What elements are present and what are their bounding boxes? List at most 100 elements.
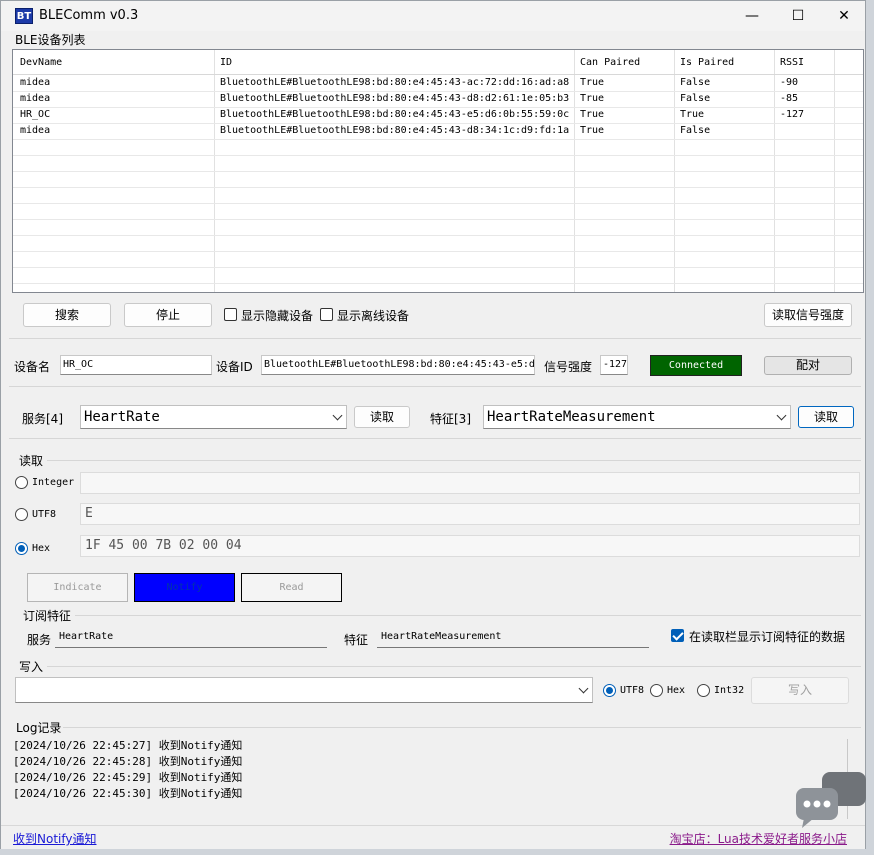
- device-name-field[interactable]: HR_OC: [60, 355, 212, 375]
- column-header-is-paired[interactable]: Is Paired: [680, 57, 734, 68]
- search-button[interactable]: 搜索: [23, 303, 111, 327]
- rssi-field[interactable]: -127: [600, 355, 628, 375]
- close-button[interactable]: ✕: [821, 1, 867, 31]
- cell-devname[interactable]: midea: [20, 77, 50, 88]
- column-header-devname[interactable]: DevName: [20, 57, 62, 68]
- subscribed-characteristic-label: 特征: [344, 633, 369, 647]
- cell-is-paired[interactable]: False: [680, 77, 710, 88]
- cell-can-paired[interactable]: True: [580, 109, 604, 120]
- write-utf8-label: UTF8: [620, 685, 645, 696]
- cell-id[interactable]: BluetoothLE#BluetoothLE98:bd:80:e4:45:43…: [220, 125, 569, 136]
- notify-button[interactable]: Notify: [134, 573, 235, 602]
- cell-can-paired[interactable]: True: [580, 77, 604, 88]
- maximize-button[interactable]: ☐: [775, 1, 821, 31]
- device-name-label: 设备名: [14, 360, 51, 374]
- title-bar[interactable]: BT BLEComm v0.3 — ☐ ✕: [1, 1, 865, 31]
- service-select[interactable]: HeartRate: [80, 405, 347, 429]
- chevron-down-icon: [578, 683, 589, 694]
- integer-label: Integer: [32, 477, 75, 488]
- hex-value-field[interactable]: 1F 45 00 7B 02 00 04: [80, 535, 860, 557]
- service-label: 服务[4]: [22, 412, 63, 426]
- cell-can-paired[interactable]: True: [580, 93, 604, 104]
- status-bar: 收到Notify通知 淘宝店：Lua技术爱好者服务小店: [1, 825, 865, 849]
- read-button[interactable]: Read: [241, 573, 342, 602]
- hex-radio[interactable]: [15, 542, 28, 555]
- pair-button[interactable]: 配对: [764, 356, 852, 375]
- write-utf8-radio[interactable]: [603, 684, 616, 697]
- cell-rssi[interactable]: -127: [780, 109, 804, 120]
- cell-is-paired[interactable]: False: [680, 125, 710, 136]
- minimize-button[interactable]: —: [729, 1, 775, 31]
- show-offline-checkbox[interactable]: [320, 308, 333, 321]
- divider: [9, 338, 861, 339]
- cell-is-paired[interactable]: False: [680, 93, 710, 104]
- show-hidden-checkbox[interactable]: [224, 308, 237, 321]
- log-group-label: Log记录: [16, 721, 62, 735]
- write-button[interactable]: 写入: [751, 677, 849, 704]
- write-hex-label: Hex: [667, 685, 686, 696]
- row-separator: [13, 107, 863, 108]
- integer-radio[interactable]: [15, 476, 28, 489]
- service-select-value: HeartRate: [84, 409, 160, 425]
- status-left-link[interactable]: 收到Notify通知: [13, 830, 96, 847]
- subscribed-service-label: 服务: [27, 633, 52, 647]
- log-line: [2024/10/26 22:45:30] 收到Notify通知: [13, 787, 243, 800]
- column-header-can-paired[interactable]: Can Paired: [580, 57, 640, 68]
- subscribed-characteristic-field[interactable]: HeartRateMeasurement: [377, 628, 649, 648]
- indicate-button[interactable]: Indicate: [27, 573, 128, 602]
- stop-button[interactable]: 停止: [124, 303, 212, 327]
- write-int32-radio[interactable]: [697, 684, 710, 697]
- cell-rssi[interactable]: -85: [780, 93, 798, 104]
- row-separator: [13, 91, 863, 92]
- cell-id[interactable]: BluetoothLE#BluetoothLE98:bd:80:e4:45:43…: [220, 109, 569, 120]
- write-int32-label: Int32: [714, 685, 745, 696]
- row-separator: [13, 219, 863, 220]
- row-separator: [13, 235, 863, 236]
- column-header-id[interactable]: ID: [220, 57, 232, 68]
- cell-devname[interactable]: midea: [20, 93, 50, 104]
- cell-devname[interactable]: midea: [20, 125, 50, 136]
- log-line: [2024/10/26 22:45:29] 收到Notify通知: [13, 771, 243, 784]
- cell-id[interactable]: BluetoothLE#BluetoothLE98:bd:80:e4:45:43…: [220, 77, 569, 88]
- read-group-label: 读取: [19, 454, 44, 468]
- row-separator: [13, 283, 863, 284]
- read-rssi-button[interactable]: 读取信号强度: [764, 303, 852, 327]
- read-characteristic-button[interactable]: 读取: [798, 406, 854, 428]
- device-id-field[interactable]: BluetoothLE#BluetoothLE98:bd:80:e4:45:43…: [261, 355, 535, 375]
- hex-label: Hex: [32, 543, 51, 554]
- utf8-radio[interactable]: [15, 508, 28, 521]
- log-area[interactable]: [2024/10/26 22:45:27] 收到Notify通知 [2024/1…: [9, 735, 861, 823]
- chat-widget[interactable]: [796, 772, 866, 828]
- show-subscribed-data-checkbox[interactable]: [671, 629, 684, 642]
- row-separator: [13, 267, 863, 268]
- subscribed-service-field[interactable]: HeartRate: [55, 628, 327, 648]
- cell-devname[interactable]: HR_OC: [20, 109, 50, 120]
- cell-rssi[interactable]: -90: [780, 77, 798, 88]
- chevron-down-icon: [776, 410, 787, 421]
- integer-value-field[interactable]: [80, 472, 860, 494]
- status-right-link[interactable]: 淘宝店：Lua技术爱好者服务小店: [670, 830, 847, 847]
- row-separator: [13, 155, 863, 156]
- connection-status-badge: Connected: [650, 355, 742, 376]
- log-line: [2024/10/26 22:45:27] 收到Notify通知: [13, 739, 243, 752]
- device-table[interactable]: DevName ID Can Paired Is Paired RSSI mid…: [12, 49, 864, 293]
- device-list-label: BLE设备列表: [15, 33, 86, 47]
- column-header-rssi[interactable]: RSSI: [780, 57, 804, 68]
- utf8-value-field[interactable]: E: [80, 503, 860, 525]
- write-input[interactable]: [15, 677, 593, 703]
- groupbox-border: [47, 460, 861, 461]
- characteristic-label: 特征[3]: [430, 412, 471, 426]
- cell-is-paired[interactable]: True: [680, 109, 704, 120]
- groupbox-border: [63, 727, 861, 728]
- show-hidden-label: 显示隐藏设备: [241, 309, 314, 323]
- read-service-button[interactable]: 读取: [354, 406, 410, 428]
- cell-can-paired[interactable]: True: [580, 125, 604, 136]
- app-window: BT BLEComm v0.3 — ☐ ✕ BLE设备列表 DevName ID…: [0, 0, 866, 849]
- divider: [9, 438, 861, 439]
- characteristic-select[interactable]: HeartRateMeasurement: [483, 405, 791, 429]
- row-separator: [13, 123, 863, 124]
- cell-id[interactable]: BluetoothLE#BluetoothLE98:bd:80:e4:45:43…: [220, 93, 569, 104]
- write-hex-radio[interactable]: [650, 684, 663, 697]
- rssi-label: 信号强度: [544, 360, 593, 374]
- write-group-label: 写入: [19, 660, 44, 674]
